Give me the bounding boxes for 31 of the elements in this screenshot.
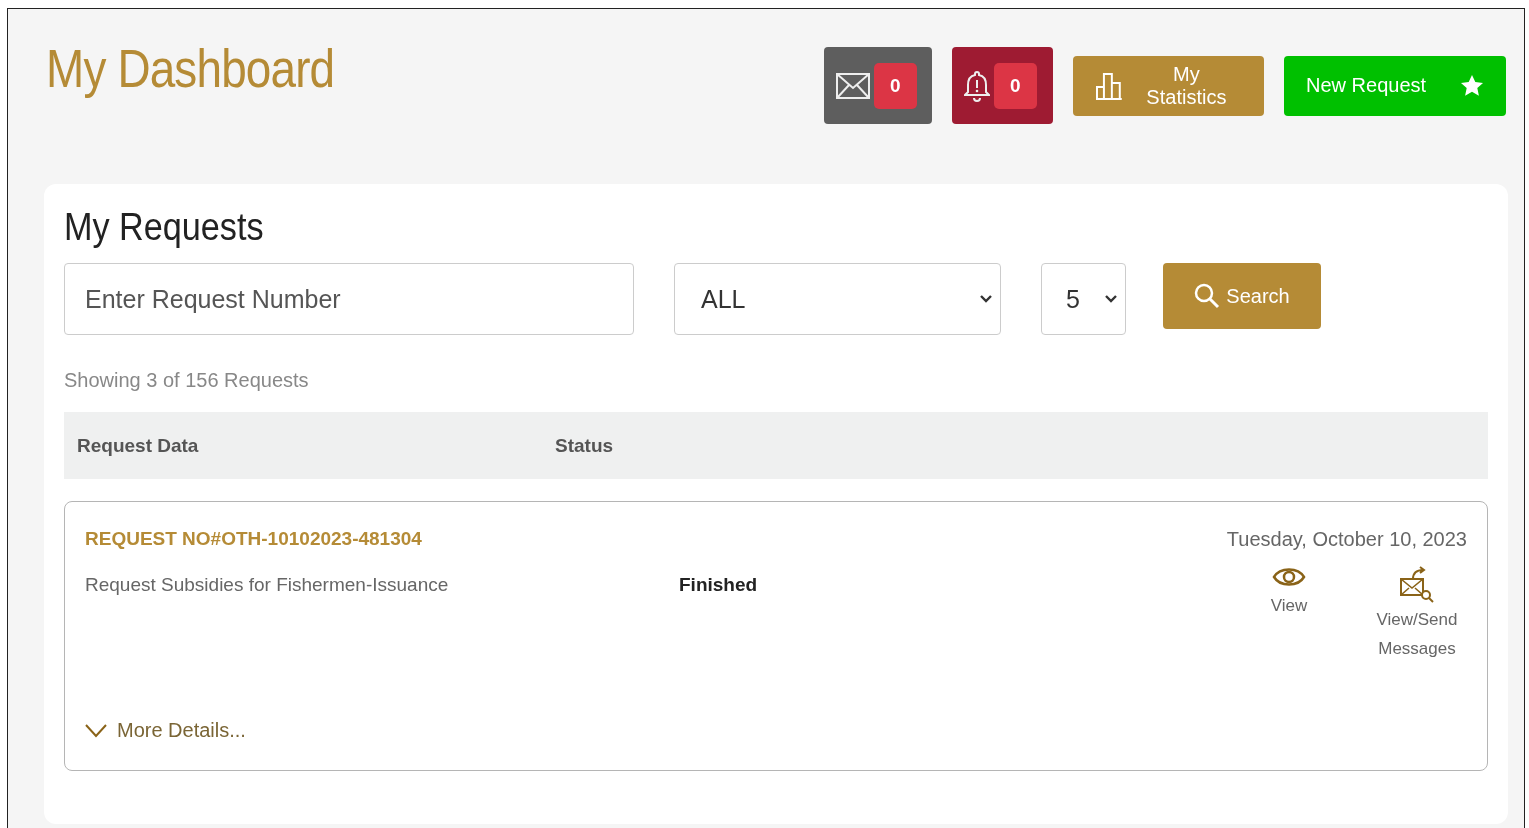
more-details-link[interactable]: More Details... (117, 719, 246, 742)
statistics-button[interactable]: My Statistics (1073, 55, 1264, 116)
messages-link[interactable]: View/Send Messages (1377, 565, 1457, 663)
chevron-down-icon (85, 723, 107, 738)
count-badge: 0 (874, 62, 917, 109)
bar-chart-icon (1095, 71, 1123, 100)
search-icon (1194, 283, 1221, 309)
page-title: My Dashboard (46, 37, 336, 99)
page-size-dropdown[interactable]: 5 (1041, 263, 1126, 335)
star-icon (1460, 73, 1484, 98)
caret-icon (1105, 295, 1117, 303)
status-text: Finished (679, 574, 759, 596)
bell-icon (964, 69, 990, 102)
count-badge: 0 (994, 62, 1037, 109)
status-dropdown[interactable]: ALL (674, 263, 1001, 335)
envelope-search-icon (1399, 565, 1435, 603)
request-number-field[interactable]: Enter Request Number (64, 263, 634, 335)
column-header: Request Data (77, 434, 200, 457)
notifications-button[interactable]: 0 (952, 47, 1053, 124)
column-header: Status (555, 434, 614, 457)
service-name: Request Subsidies for Fishermen-Issuance (85, 574, 450, 596)
request-date: Tuesday, October 10, 2023 (1226, 528, 1467, 551)
envelope-icon (836, 72, 870, 99)
search-button[interactable]: Search (1163, 263, 1321, 329)
messages-button[interactable]: 0 (824, 47, 932, 124)
eye-icon (1272, 565, 1306, 589)
results-summary: Showing 3 of 156 Requests (64, 369, 310, 392)
view-link[interactable]: View (1259, 565, 1319, 663)
request-number: REQUEST NO#OTH-10102023-481304 (85, 528, 423, 550)
section-title: My Requests (64, 206, 265, 249)
caret-icon (980, 295, 992, 303)
